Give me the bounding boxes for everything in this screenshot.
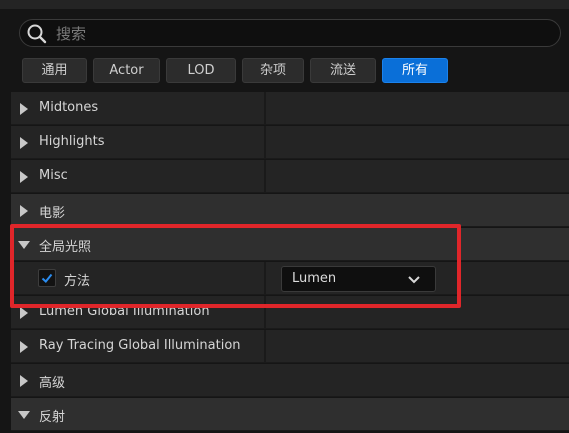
dropdown-value: Lumen bbox=[292, 271, 337, 286]
row-label: Ray Tracing Global Illumination bbox=[39, 338, 241, 353]
category-film[interactable]: 电影 bbox=[11, 194, 569, 227]
expanded-arrow-icon[interactable] bbox=[17, 408, 31, 422]
row-gi-method: 方法 Lumen bbox=[11, 262, 569, 295]
row-highlights[interactable]: Highlights bbox=[11, 126, 569, 159]
collapsed-arrow-icon[interactable] bbox=[17, 136, 31, 150]
filter-actor[interactable]: Actor bbox=[93, 58, 160, 83]
filter-lod[interactable]: LOD bbox=[166, 58, 236, 83]
expanded-arrow-icon[interactable] bbox=[17, 238, 31, 252]
row-ray-tracing-gi[interactable]: Ray Tracing Global Illumination bbox=[11, 330, 569, 363]
row-midtones[interactable]: Midtones bbox=[11, 92, 569, 125]
row-label: 方法 bbox=[64, 274, 91, 289]
gi-method-override-checkbox[interactable] bbox=[38, 269, 56, 287]
row-label: Lumen Global Illumination bbox=[39, 304, 210, 319]
search-icon bbox=[27, 24, 47, 44]
row-advanced[interactable]: 高级 bbox=[11, 364, 569, 397]
category-global-illumination[interactable]: 全局光照 bbox=[11, 228, 569, 261]
column-divider[interactable] bbox=[264, 262, 266, 295]
column-divider[interactable] bbox=[264, 92, 266, 125]
column-divider[interactable] bbox=[264, 296, 266, 329]
gi-method-dropdown[interactable]: Lumen bbox=[281, 266, 436, 292]
collapsed-arrow-icon[interactable] bbox=[17, 102, 31, 116]
row-label: Midtones bbox=[39, 100, 99, 115]
collapsed-arrow-icon[interactable] bbox=[17, 340, 31, 354]
row-label: 高级 bbox=[39, 376, 66, 391]
row-misc[interactable]: Misc bbox=[11, 160, 569, 193]
checkmark-icon bbox=[41, 273, 53, 283]
row-label: Misc bbox=[39, 168, 68, 183]
filter-misc[interactable]: 杂项 bbox=[242, 58, 304, 83]
category-reflections[interactable]: 反射 bbox=[11, 398, 569, 431]
collapsed-arrow-icon[interactable] bbox=[17, 374, 31, 388]
filter-streaming[interactable]: 流送 bbox=[310, 58, 376, 83]
details-list: Midtones Highlights Misc 电影 全局光照 方法 Lume… bbox=[11, 92, 569, 433]
column-divider[interactable] bbox=[264, 330, 266, 363]
filter-general[interactable]: 通用 bbox=[22, 58, 87, 83]
collapsed-arrow-icon[interactable] bbox=[17, 306, 31, 320]
collapsed-arrow-icon[interactable] bbox=[17, 170, 31, 184]
row-lumen-gi[interactable]: Lumen Global Illumination bbox=[11, 296, 569, 329]
panel-header-edge bbox=[0, 0, 569, 9]
chevron-down-icon bbox=[408, 276, 420, 284]
collapsed-arrow-icon[interactable] bbox=[17, 204, 31, 218]
column-divider[interactable] bbox=[264, 160, 266, 193]
filter-all[interactable]: 所有 bbox=[382, 58, 448, 83]
search-box[interactable] bbox=[19, 19, 561, 47]
column-divider[interactable] bbox=[264, 126, 266, 159]
row-label: Highlights bbox=[39, 134, 105, 149]
category-label: 全局光照 bbox=[39, 240, 92, 255]
category-label: 电影 bbox=[39, 206, 66, 221]
category-label: 反射 bbox=[39, 410, 66, 425]
search-input[interactable] bbox=[54, 22, 548, 46]
